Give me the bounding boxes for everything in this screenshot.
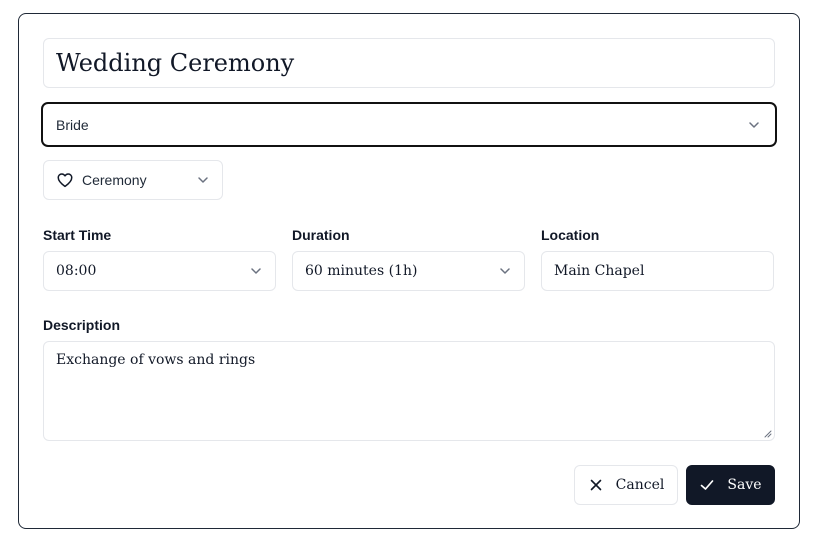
save-button[interactable]: Save bbox=[686, 465, 775, 505]
chevron-down-icon bbox=[747, 118, 761, 132]
chevron-down-icon bbox=[498, 264, 512, 278]
role-select[interactable]: Bride bbox=[41, 102, 777, 147]
start-time-label: Start Time bbox=[43, 227, 112, 243]
role-select-value: Bride bbox=[56, 116, 89, 133]
start-time-value: 08:00 bbox=[56, 263, 97, 279]
event-title-text: Wedding Ceremony bbox=[56, 49, 295, 77]
location-value: Main Chapel bbox=[554, 263, 645, 279]
cancel-button-label: Cancel bbox=[615, 477, 665, 493]
check-icon bbox=[699, 477, 715, 493]
chevron-down-icon bbox=[196, 173, 210, 187]
duration-select[interactable]: 60 minutes (1h) bbox=[292, 251, 525, 291]
duration-label: Duration bbox=[292, 227, 350, 243]
save-button-label: Save bbox=[727, 477, 762, 493]
heart-icon bbox=[56, 171, 74, 189]
description-value: Exchange of vows and rings bbox=[56, 352, 256, 368]
location-label: Location bbox=[541, 227, 600, 243]
location-input[interactable]: Main Chapel bbox=[541, 251, 774, 291]
description-textarea[interactable]: Exchange of vows and rings bbox=[43, 341, 775, 441]
close-icon bbox=[588, 477, 604, 493]
event-title-input[interactable]: Wedding Ceremony bbox=[43, 38, 775, 88]
start-time-select[interactable]: 08:00 bbox=[43, 251, 276, 291]
description-label: Description bbox=[43, 317, 121, 333]
duration-value: 60 minutes (1h) bbox=[305, 263, 418, 279]
resize-handle-icon[interactable] bbox=[763, 429, 772, 438]
cancel-button[interactable]: Cancel bbox=[574, 465, 678, 505]
event-editor-card: Wedding Ceremony Bride Ceremony Start Ti… bbox=[18, 13, 800, 529]
category-select[interactable]: Ceremony bbox=[43, 160, 223, 200]
chevron-down-icon bbox=[249, 264, 263, 278]
category-select-value: Ceremony bbox=[82, 172, 147, 188]
